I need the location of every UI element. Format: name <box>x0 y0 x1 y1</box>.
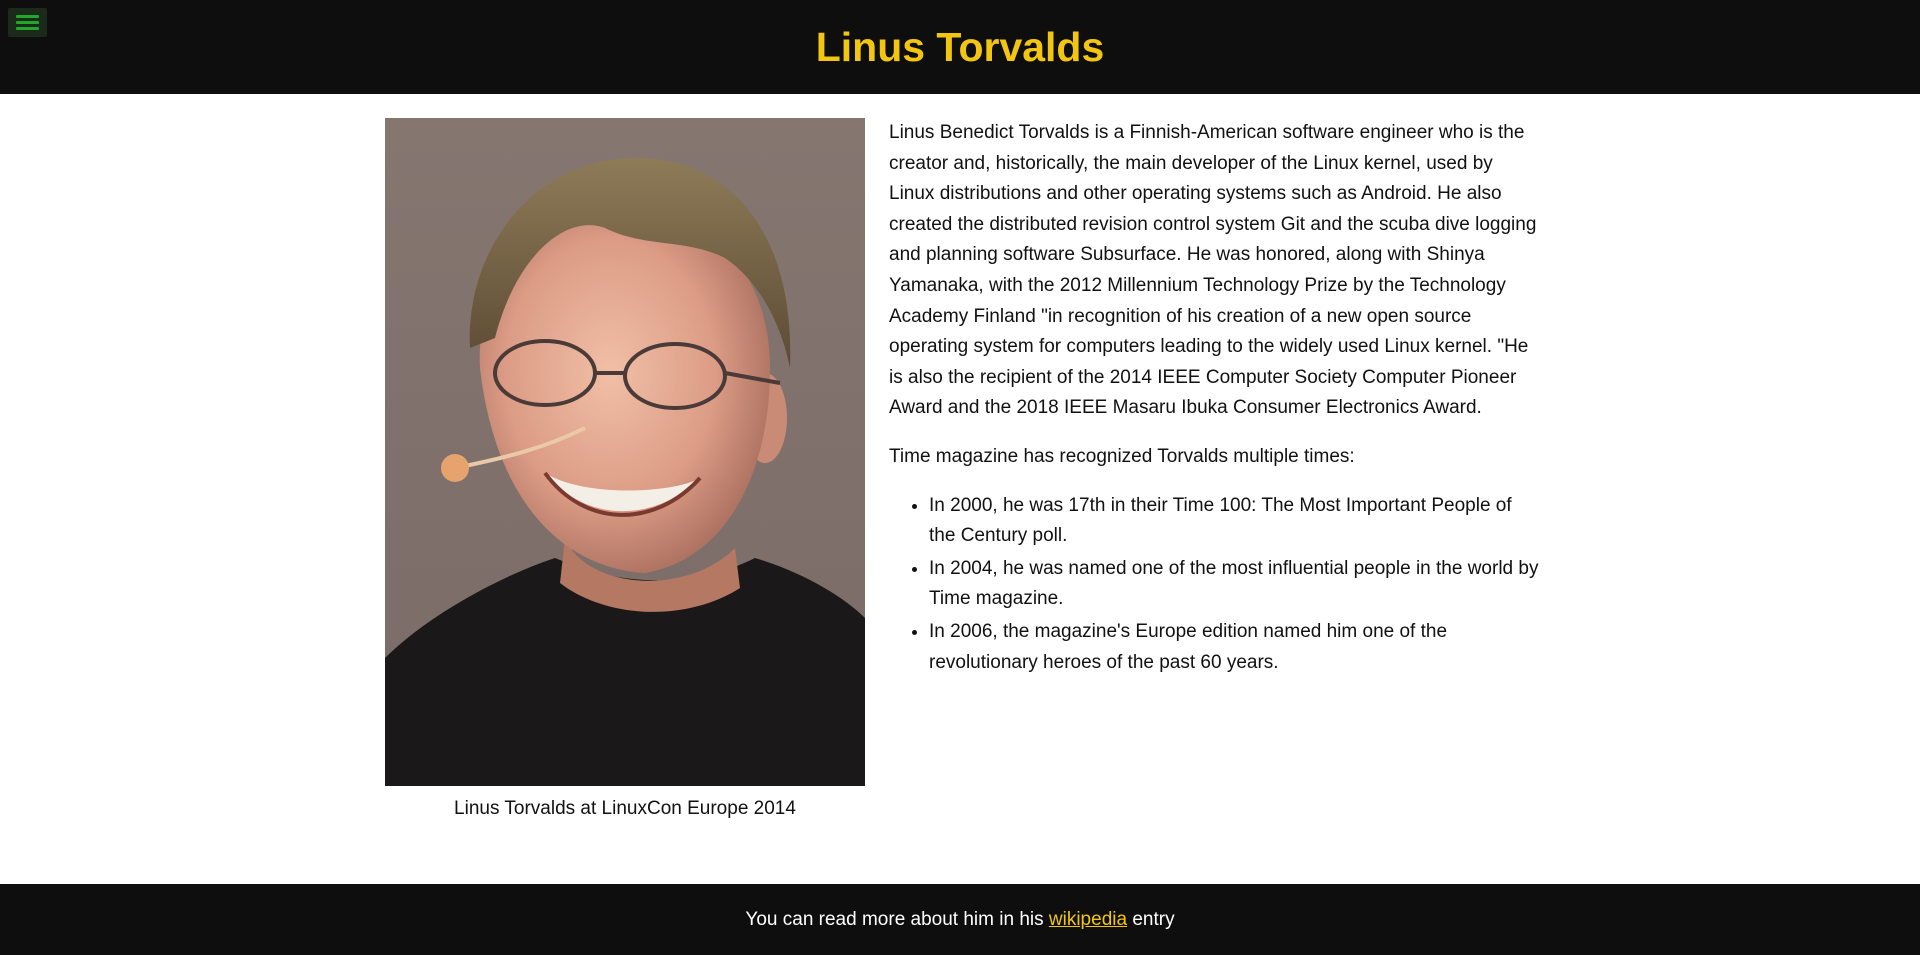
footer-prefix: You can read more about him in his <box>745 909 1049 930</box>
bio-section: Linus Benedict Torvalds is a Finnish-Ame… <box>889 118 1539 680</box>
site-header: Linus Torvalds <box>0 0 1920 94</box>
portrait-photo <box>385 118 865 786</box>
list-item: In 2004, he was named one of the most in… <box>929 554 1539 615</box>
time-intro: Time magazine has recognized Torvalds mu… <box>889 445 1355 467</box>
portrait-figure: Linus Torvalds at LinuxCon Europe 2014 <box>385 118 865 820</box>
time-list: In 2000, he was 17th in their Time 100: … <box>889 491 1539 679</box>
portrait-caption: Linus Torvalds at LinuxCon Europe 2014 <box>454 798 796 819</box>
site-footer: You can read more about him in his wikip… <box>0 884 1920 955</box>
bio-paragraph: Linus Benedict Torvalds is a Finnish-Ame… <box>889 122 1537 419</box>
list-item: In 2000, he was 17th in their Time 100: … <box>929 491 1539 552</box>
wikipedia-link[interactable]: wikipedia <box>1049 909 1127 930</box>
footer-suffix: entry <box>1127 909 1175 930</box>
list-item: In 2006, the magazine's Europe edition n… <box>929 617 1539 678</box>
page-title: Linus Torvalds <box>815 24 1105 70</box>
